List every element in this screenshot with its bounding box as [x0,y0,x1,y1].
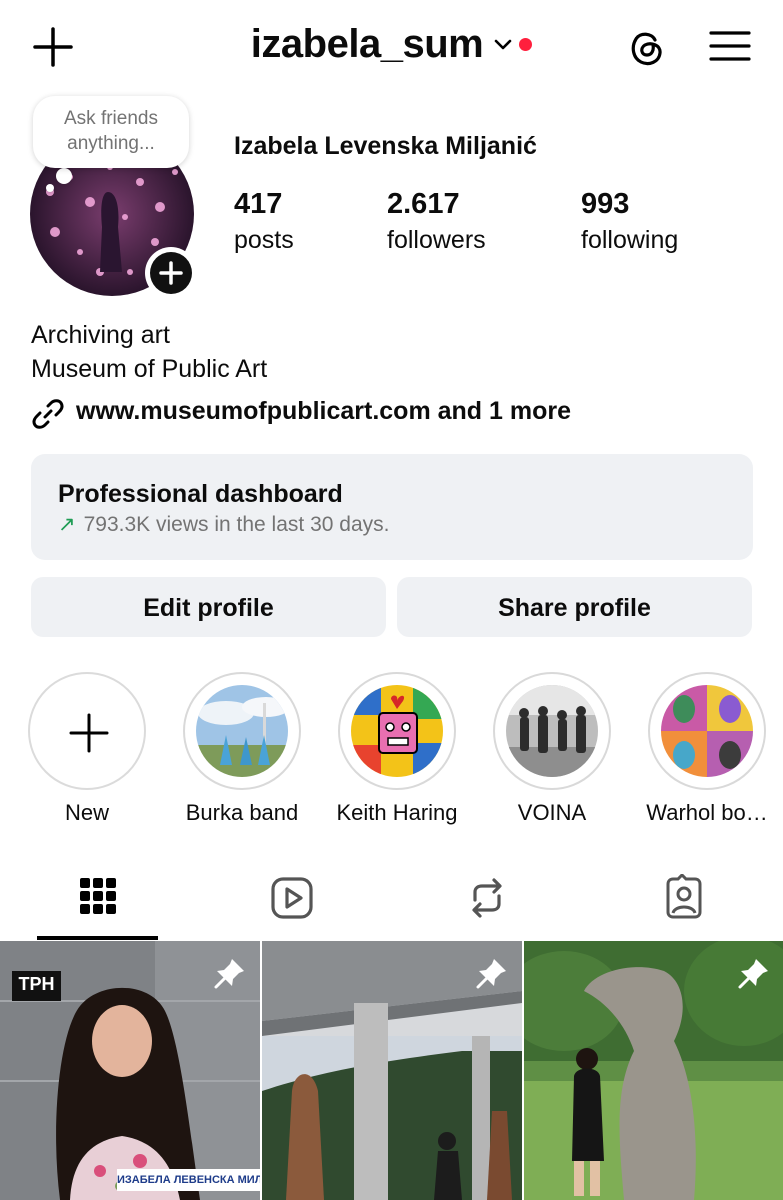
threads-icon[interactable] [624,25,668,69]
highlight-keith-haring[interactable]: Keith Haring [336,672,458,825]
highlight-voina[interactable]: VOINA [493,672,611,825]
note-bubble-tail [56,168,72,184]
pin-icon [738,959,768,989]
reels-icon[interactable] [268,874,316,922]
add-story-button[interactable] [145,247,197,299]
trending-up-icon: ↗ [58,513,76,536]
stat-following[interactable]: 993 following [581,186,678,258]
dashboard-views-text: 793.3K views in the last 30 days. [83,513,390,536]
bio-line: Archiving art [31,321,170,349]
highlight-new[interactable]: New [28,672,146,825]
highlight-cover [661,685,753,777]
stat-label: posts [234,226,294,254]
notification-dot [519,38,533,51]
highlight-label: Warhol bo… [646,800,768,825]
note-text: Ask friends anything... [64,108,158,154]
post-thumbnail[interactable] [524,941,783,1200]
highlight-cover [351,685,443,777]
profile-link[interactable]: www.museumofpublicart.com and 1 more [76,397,571,426]
post-thumbnail[interactable]: TPH ИЗАБЕЛА ЛЕВЕНСКА МИЉАНИ [0,941,260,1200]
grid-icon[interactable] [74,874,122,922]
menu-icon[interactable] [708,28,752,64]
dashboard-title: Professional dashboard [58,480,343,508]
username-title: izabela_sum [250,22,484,66]
stat-value: 417 [234,188,283,220]
note-bubble[interactable]: Ask friends anything... [33,96,189,168]
post-caption-overlay: ИЗАБЕЛА ЛЕВЕНСКА МИЉАНИ [117,1174,260,1186]
dashboard-subtitle: ↗ 793.3K views in the last 30 days. [58,512,389,537]
edit-profile-button[interactable]: Edit profile [31,577,386,637]
note-bubble-tail-small [46,184,54,192]
highlight-cover [506,685,598,777]
post-thumbnail[interactable] [262,941,522,1200]
bio-line: Museum of Public Art [31,355,268,383]
tagged-icon[interactable] [660,874,708,922]
plus-icon [69,713,109,753]
chevron-down-icon [494,39,512,49]
stat-label: following [581,226,679,254]
professional-dashboard-card[interactable]: Professional dashboard ↗ 793.3K views in … [31,454,753,560]
highlight-label: VOINA [517,800,587,825]
highlight-warhol[interactable]: Warhol bo… [646,672,768,825]
highlight-cover [196,685,288,777]
active-tab-indicator [37,936,158,940]
highlight-label: New [64,800,109,825]
profile-full-name: Izabela Levenska Miljanić [234,132,537,160]
pin-icon [214,959,244,989]
stat-followers[interactable]: 2.617 followers [387,186,486,258]
stat-value: 993 [581,188,630,220]
share-profile-button[interactable]: Share profile [397,577,752,637]
highlight-label: Keith Haring [336,800,458,825]
stat-label: followers [387,226,486,254]
stat-posts[interactable]: 417 posts [234,186,294,258]
highlight-burka-band[interactable]: Burka band [183,672,301,825]
plus-icon [159,261,183,285]
highlight-label: Burka band [185,800,299,825]
link-icon [32,399,64,429]
pin-icon [476,959,506,989]
reposts-icon[interactable] [463,874,511,922]
stat-value: 2.617 [387,188,460,220]
post-badge: TPH [18,974,55,994]
